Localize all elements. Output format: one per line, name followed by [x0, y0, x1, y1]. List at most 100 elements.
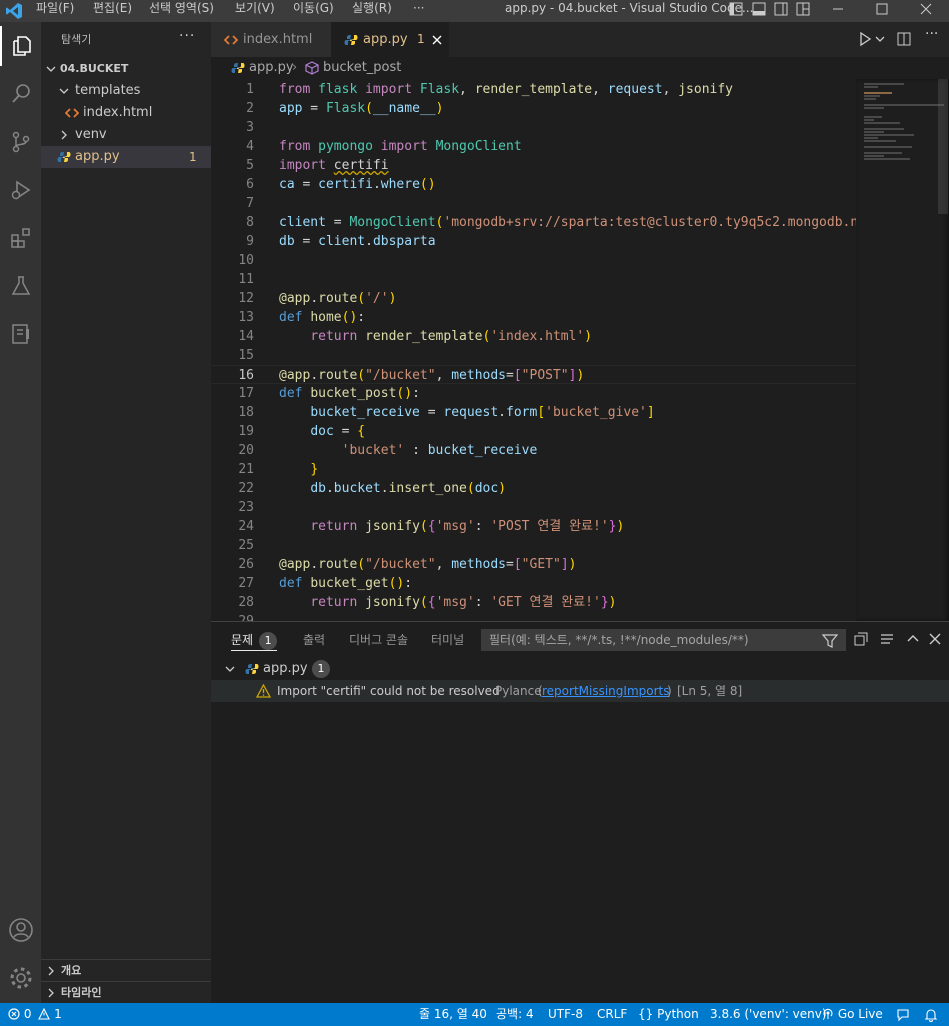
code-line[interactable]: 21 }	[211, 460, 856, 479]
split-editor-icon[interactable]	[896, 31, 912, 47]
timeline-section[interactable]: 타임라인	[41, 981, 211, 1004]
view-as-list-icon[interactable]	[879, 631, 895, 647]
close-window-icon[interactable]	[918, 1, 936, 19]
code-line[interactable]: 28 return jsonify({'msg': 'GET 연결 완료!'})	[211, 593, 856, 612]
breadcrumb-file[interactable]: app.py	[249, 57, 294, 79]
code-line[interactable]: 10	[211, 251, 856, 270]
editor-more-actions[interactable]: ···	[925, 26, 938, 42]
code-line[interactable]: 20 'bucket' : bucket_receive	[211, 441, 856, 460]
python-interpreter[interactable]: 3.8.6 ('venv': venv)	[710, 1003, 827, 1026]
code-line[interactable]: 3	[211, 118, 856, 137]
explorer-icon[interactable]	[0, 26, 41, 66]
toggle-sidebar-icon[interactable]	[728, 1, 746, 19]
run-python-file-icon[interactable]	[857, 31, 873, 47]
tree-item-templates[interactable]: templates	[41, 80, 211, 102]
tree-item-app-py[interactable]: app.py 1	[41, 146, 211, 168]
outline-section[interactable]: 개요	[41, 959, 211, 982]
close-tab-icon[interactable]	[431, 34, 443, 46]
toggle-panel-icon[interactable]	[751, 1, 769, 19]
tab-problems[interactable]: 문제 1	[231, 622, 278, 651]
more-actions-button[interactable]: ···	[179, 28, 195, 44]
workspace-root[interactable]: 04.BUCKET	[41, 58, 211, 80]
feedback-icon[interactable]	[896, 1008, 910, 1022]
code-line[interactable]: 17 def bucket_post():	[211, 384, 856, 403]
code-line[interactable]: 7	[211, 194, 856, 213]
go-live-button[interactable]: Go Live	[822, 1003, 883, 1026]
source-control-icon[interactable]	[0, 122, 41, 162]
code-text: doc = {	[310, 424, 366, 439]
menu-edit[interactable]: 편집(E)	[93, 0, 132, 22]
tab-index-html[interactable]: index.html	[211, 22, 331, 57]
run-debug-icon[interactable]	[0, 170, 41, 210]
code-line[interactable]: 15	[211, 346, 856, 365]
code-text: def bucket_get():	[279, 576, 413, 591]
code-line[interactable]: 5 import certifi	[211, 156, 856, 175]
menu-run[interactable]: 실행(R)	[352, 0, 392, 22]
settings-gear-icon[interactable]	[0, 958, 41, 998]
accounts-icon[interactable]	[0, 910, 41, 950]
menu-go[interactable]: 이동(G)	[293, 0, 334, 22]
filter-icon[interactable]	[822, 633, 838, 649]
python-file-icon	[57, 152, 71, 162]
problem-item[interactable]: Import "certifi" could not be resolved P…	[211, 680, 949, 702]
code-line[interactable]: 13 def home():	[211, 308, 856, 327]
search-icon[interactable]	[0, 74, 41, 114]
code-line[interactable]: 18 bucket_receive = request.form['bucket…	[211, 403, 856, 422]
tab-terminal[interactable]: 터미널	[431, 622, 464, 658]
tab-output[interactable]: 출력	[303, 622, 325, 658]
tree-item-index-html[interactable]: index.html	[41, 102, 211, 124]
menu-more[interactable]: ···	[413, 0, 424, 22]
editor-scrollbar[interactable]	[938, 79, 948, 214]
menu-file[interactable]: 파일(F)	[36, 0, 74, 22]
close-panel-icon[interactable]	[927, 631, 943, 647]
indentation[interactable]: 공백: 4	[496, 1003, 534, 1026]
code-line[interactable]: 1 from flask import Flask, render_templat…	[211, 80, 856, 99]
code-line[interactable]: 9 db = client.dbsparta	[211, 232, 856, 251]
maximize-icon[interactable]	[874, 1, 892, 19]
tab-debug-console[interactable]: 디버그 콘솔	[349, 622, 408, 658]
problems-filter-input[interactable]	[481, 629, 846, 651]
collapse-all-icon[interactable]	[853, 631, 869, 647]
breadcrumb-symbol[interactable]: bucket_post	[323, 57, 401, 79]
tab-app-py[interactable]: app.py 1	[331, 22, 449, 57]
code-line[interactable]: 8 client = MongoClient('mongodb+srv://spa…	[211, 213, 866, 232]
problems-status[interactable]: 0 1	[8, 1003, 62, 1026]
code-line[interactable]: 14 return render_template('index.html')	[211, 327, 856, 346]
code-line[interactable]: 11	[211, 270, 856, 289]
code-line[interactable]: 2 app = Flask(__name__)	[211, 99, 856, 118]
code-line[interactable]: 19 doc = {	[211, 422, 856, 441]
code-line[interactable]: 22 db.bucket.insert_one(doc)	[211, 479, 856, 498]
menu-view[interactable]: 보기(V)	[235, 0, 275, 22]
minimap[interactable]	[856, 79, 949, 621]
testing-icon[interactable]	[0, 266, 41, 306]
code-line[interactable]: 29	[211, 612, 856, 621]
code-line[interactable]: 24 return jsonify({'msg': 'POST 연결 완료!'}…	[211, 517, 856, 536]
problem-code-link[interactable]: reportMissingImports	[542, 680, 669, 702]
code-line[interactable]: 27 def bucket_get():	[211, 574, 856, 593]
encoding[interactable]: UTF-8	[548, 1003, 583, 1026]
toggle-secondary-sidebar-icon[interactable]	[773, 1, 791, 19]
extensions-icon[interactable]	[0, 218, 41, 258]
menu-selection[interactable]: 선택 영역(S)	[149, 0, 214, 22]
code-line[interactable]: 12 @app.route('/')	[211, 289, 856, 308]
language-label: Python	[657, 1007, 699, 1021]
remote-explorer-icon[interactable]	[0, 314, 41, 354]
chevron-down-icon[interactable]	[875, 31, 885, 47]
customize-layout-icon[interactable]	[795, 1, 813, 19]
problem-file-group[interactable]: app.py 1	[211, 658, 949, 680]
cursor-position[interactable]: 줄 16, 열 40	[419, 1003, 487, 1026]
code-line[interactable]: 16 @app.route("/bucket", methods=["POST"]…	[211, 365, 856, 384]
code-editor[interactable]: 1 from flask import Flask, render_templat…	[211, 79, 949, 621]
code-line[interactable]: 26 @app.route("/bucket", methods=["GET"])	[211, 555, 856, 574]
chevron-right-icon	[61, 130, 67, 140]
notifications-bell-icon[interactable]	[924, 1008, 938, 1022]
language-mode[interactable]: {} Python	[638, 1003, 699, 1026]
code-line[interactable]: 25	[211, 536, 856, 555]
maximize-panel-icon[interactable]	[905, 631, 921, 647]
tree-item-venv[interactable]: venv	[41, 124, 211, 146]
code-line[interactable]: 4 from pymongo import MongoClient	[211, 137, 856, 156]
code-line[interactable]: 23	[211, 498, 856, 517]
code-line[interactable]: 6 ca = certifi.where()	[211, 175, 856, 194]
end-of-line[interactable]: CRLF	[597, 1003, 627, 1026]
minimize-icon[interactable]	[830, 1, 848, 19]
